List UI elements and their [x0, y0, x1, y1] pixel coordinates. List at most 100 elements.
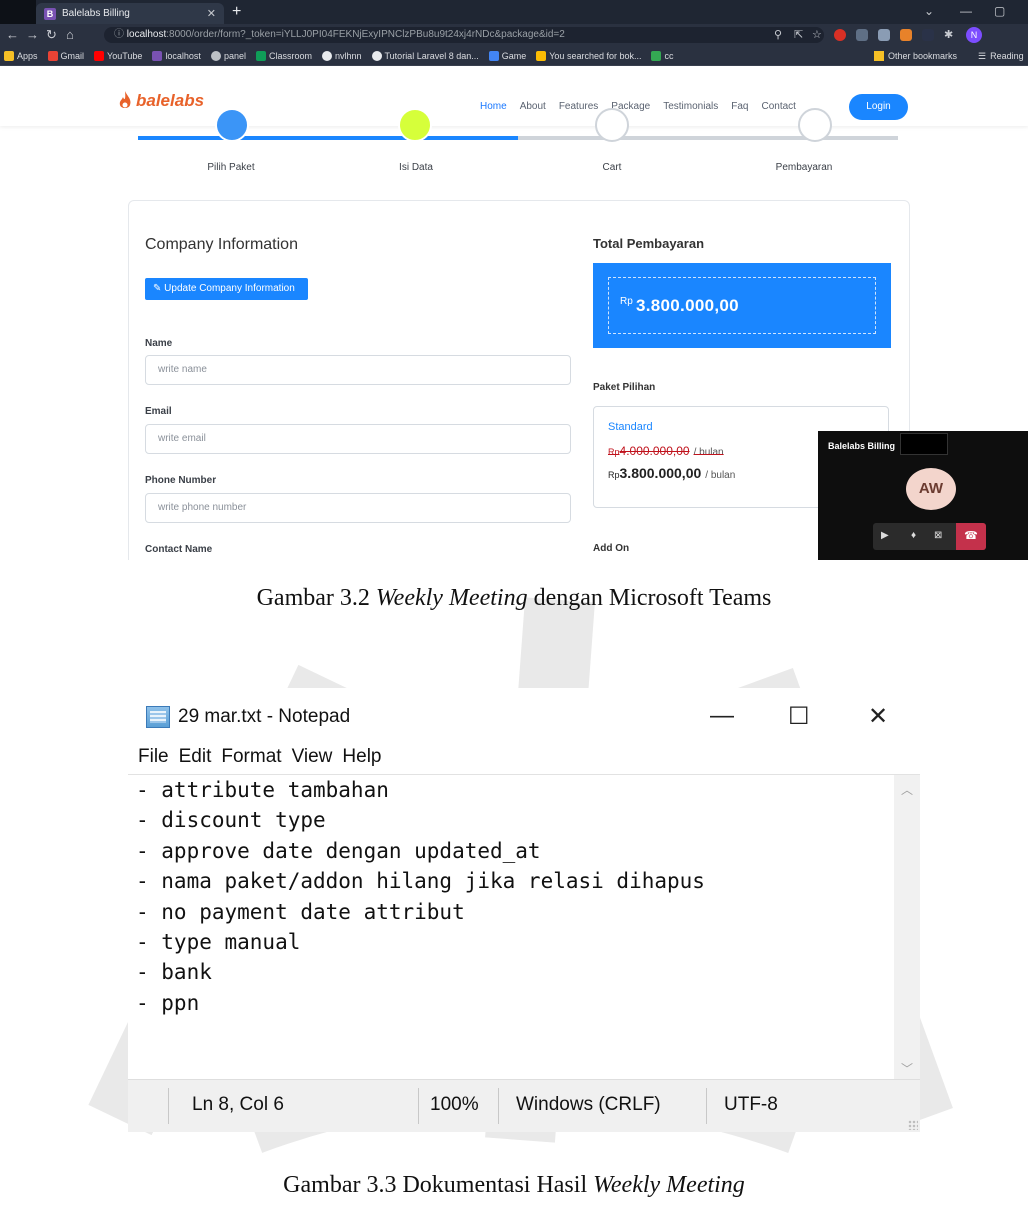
bookmark-item[interactable]: panel [210, 50, 246, 61]
update-company-button[interactable]: ✎ Update Company Information [145, 278, 308, 300]
extension-icon[interactable] [922, 29, 934, 41]
bookmark-item[interactable]: nvlhnn [321, 50, 362, 61]
bookmark-item[interactable]: cc [651, 50, 673, 61]
notepad-icon [146, 706, 170, 728]
stepper-track [518, 136, 898, 140]
window-title: 29 mar.txt - Notepad [146, 706, 350, 728]
forward-icon[interactable]: → [26, 27, 39, 43]
nav-testimonials[interactable]: Testimonials [663, 101, 718, 112]
flame-logo-icon [119, 91, 131, 108]
menu-edit[interactable]: Edit [179, 746, 212, 768]
figure-caption: Gambar 3.3 Dokumentasi Hasil Weekly Meet… [283, 1172, 745, 1198]
hang-up-icon[interactable]: ☎ [956, 523, 986, 550]
encoding: UTF-8 [724, 1094, 778, 1115]
cursor-position: Ln 8, Col 6 [192, 1094, 284, 1115]
avatar: AW [906, 468, 956, 510]
divider [498, 1088, 499, 1124]
line-ending: Windows (CRLF) [516, 1094, 661, 1115]
reading-list[interactable]: ☰ Reading [978, 46, 1024, 66]
new-tab-icon[interactable]: + [232, 3, 241, 21]
star-icon[interactable]: ☆ [812, 27, 822, 43]
editor-text: - attribute tambahan - discount type - app… [136, 775, 886, 1018]
profile-avatar[interactable]: N [966, 27, 982, 43]
paket-heading: Paket Pilihan [593, 382, 656, 393]
step-circle [798, 108, 832, 142]
resize-grip-icon[interactable] [908, 1120, 918, 1130]
vertical-scrollbar[interactable]: ︿ ﹀ [894, 775, 920, 1080]
minimize-icon[interactable]: — [710, 702, 734, 730]
call-controls: ▶ ♦ ⊠ ☎ [873, 523, 986, 550]
close-icon[interactable]: ✕ [868, 702, 888, 731]
login-button[interactable]: Login [849, 94, 908, 120]
old-price: Rp4.000.000,00/ bulan [608, 444, 724, 458]
browser-tab[interactable]: B Balelabs Billing ✕ [36, 3, 224, 24]
step-label: Pilih Paket [207, 162, 255, 173]
menu-file[interactable]: File [138, 746, 169, 768]
brand-logo[interactable]: balelabs [118, 91, 204, 111]
bookmark-item[interactable]: Gmail [47, 50, 84, 61]
bookmark-item[interactable]: Classroom [255, 50, 312, 61]
maximize-icon[interactable]: ☐ [788, 702, 810, 731]
extension-icon[interactable] [878, 29, 890, 41]
nav-features[interactable]: Features [559, 101, 598, 112]
phone-input[interactable]: write phone number [145, 493, 571, 523]
reading-list-icon: ☰ [978, 50, 987, 61]
redacted-area [900, 433, 948, 455]
bookmark-item[interactable]: Game [488, 50, 526, 61]
email-input[interactable]: write email [145, 424, 571, 454]
reload-icon[interactable]: ↻ [46, 27, 57, 43]
step-circle [595, 108, 629, 142]
total-heading: Total Pembayaran [593, 236, 705, 251]
nav-faq[interactable]: Faq [731, 101, 748, 112]
bookmark-item[interactable]: You searched for bok... [536, 50, 641, 61]
tab-search-icon[interactable]: ⌄ [924, 4, 934, 18]
maximize-icon[interactable]: ▢ [994, 4, 1005, 18]
text-editor[interactable]: - attribute tambahan - discount type - app… [128, 774, 920, 1080]
menu-format[interactable]: Format [221, 746, 281, 768]
status-bar: Ln 8, Col 6 100% Windows (CRLF) UTF-8 [128, 1079, 920, 1132]
addon-heading: Add On [593, 543, 630, 554]
extension-icon[interactable] [856, 29, 868, 41]
total-inner: Rp 3.800.000,00 [608, 277, 876, 334]
scroll-down-icon[interactable]: ﹀ [901, 1060, 913, 1077]
paket-name: Standard [608, 421, 653, 433]
bookmark-item[interactable]: Tutorial Laravel 8 dan... [371, 50, 479, 61]
bookmark-item[interactable]: YouTube [94, 50, 142, 61]
text-line: - attribute tambahan [136, 778, 389, 802]
bookmark-item[interactable]: localhost [152, 50, 201, 61]
text-line: - no payment date attribut [136, 899, 465, 924]
home-icon[interactable]: ⌂ [66, 27, 74, 43]
zoom-level: 100% [430, 1094, 479, 1115]
menu-help[interactable]: Help [342, 746, 381, 768]
minimize-icon[interactable]: — [960, 4, 972, 18]
microphone-icon[interactable]: ♦ [911, 530, 916, 541]
camera-off-icon[interactable]: ▶ [881, 530, 889, 541]
address-bar: ← → ↻ ⌂ ⓘ localhost:8000/order/form?_tok… [0, 24, 1028, 46]
bookmark-item[interactable]: Apps [4, 50, 38, 61]
scroll-up-icon[interactable]: ︿ [901, 781, 913, 798]
text-line: - discount type [136, 808, 326, 833]
url-input[interactable]: ⓘ localhost:8000/order/form?_token=iYLLJ… [104, 27, 824, 43]
nav-contact[interactable]: Contact [761, 101, 795, 112]
menu-view[interactable]: View [292, 746, 333, 768]
total-box: Rp 3.800.000,00 [593, 263, 891, 348]
nav-about[interactable]: About [520, 101, 546, 112]
other-bookmarks[interactable]: Other bookmarks [874, 46, 957, 66]
site-navbar: balelabs Home About Features Package Tes… [0, 66, 1028, 126]
redacted-area [0, 0, 36, 24]
share-screen-icon[interactable]: ⊠ [934, 530, 942, 541]
back-icon[interactable]: ← [6, 27, 19, 43]
nav-home[interactable]: Home [480, 101, 507, 112]
puzzle-icon[interactable]: ✱ [944, 27, 953, 43]
tab-title: Balelabs Billing [62, 8, 130, 19]
name-input[interactable]: write name [145, 355, 571, 385]
share-icon[interactable]: ⇱ [794, 27, 803, 43]
step-label: Cart [602, 162, 622, 173]
zoom-icon[interactable]: ⚲ [774, 27, 782, 43]
close-tab-icon[interactable]: ✕ [207, 7, 216, 20]
text-line: - nama paket/addon hilang jika relasi di… [136, 869, 705, 894]
text-line: - approve date dengan updated_at [136, 838, 541, 863]
company-heading: Company Information [145, 236, 298, 253]
metamask-icon[interactable] [900, 29, 912, 41]
extension-icon[interactable] [834, 29, 846, 41]
